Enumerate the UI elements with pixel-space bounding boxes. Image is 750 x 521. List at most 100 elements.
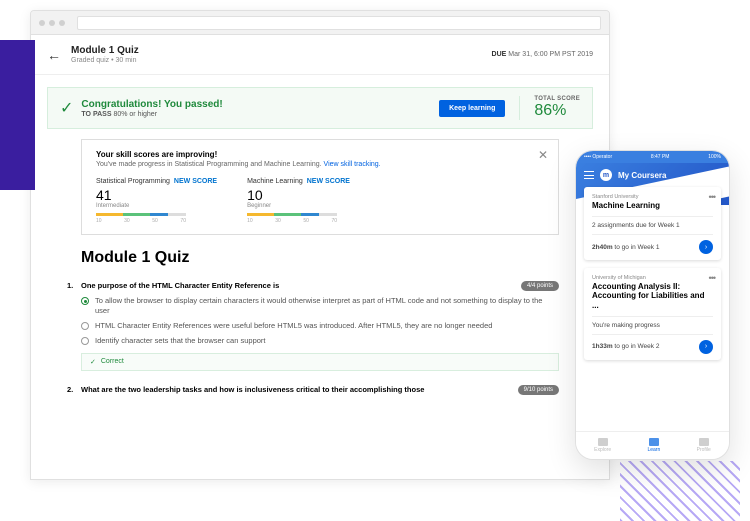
go-button[interactable]: ›	[699, 240, 713, 254]
time-remaining: 2h40m	[592, 244, 613, 251]
go-button[interactable]: ›	[699, 340, 713, 354]
more-icon[interactable]: •••	[709, 273, 715, 283]
skill-subtitle: You've made progress in Statistical Prog…	[96, 161, 544, 168]
skill-name: Statistical Programming	[96, 178, 170, 185]
tick: 50	[303, 218, 309, 224]
tick: 30	[275, 218, 281, 224]
option-text: Identify character sets that the browser…	[95, 336, 266, 346]
tick: 10	[247, 218, 253, 224]
option-text: To allow the browser to display certain …	[95, 296, 559, 316]
url-bar[interactable]	[77, 16, 601, 30]
tick: 10	[96, 218, 102, 224]
correct-indicator: ✓ Correct	[81, 353, 559, 371]
pass-title: Congratulations! You passed!	[81, 99, 439, 110]
skill-tracking-link[interactable]: View skill tracking.	[324, 161, 381, 168]
back-arrow-icon[interactable]: ←	[47, 47, 61, 63]
time-context: to go in Week 1	[613, 244, 660, 251]
quiz-body: Module 1 Quiz 1. One purpose of the HTML…	[31, 249, 609, 394]
time-context: to go in Week 2	[613, 343, 660, 350]
radio-icon	[81, 322, 89, 330]
tick: 70	[332, 218, 338, 224]
pass-text: Congratulations! You passed! TO PASS 80%…	[81, 99, 439, 118]
phone-mock: •••• Operator 8:47 PM 100% m My Coursera…	[575, 150, 730, 460]
course-status: You're making progress	[592, 322, 713, 329]
tick: 30	[124, 218, 130, 224]
due-date: DUEMar 31, 6:00 PM PST 2019	[492, 51, 593, 58]
option-text: HTML Character Entity References were us…	[95, 321, 492, 331]
due-value: Mar 31, 6:00 PM PST 2019	[508, 51, 593, 58]
learn-icon	[649, 438, 659, 446]
due-label: DUE	[492, 51, 507, 58]
page-title: Module 1 Quiz	[71, 45, 492, 56]
answer-option[interactable]: HTML Character Entity References were us…	[81, 321, 559, 331]
browser-window: ← Module 1 Quiz Graded quiz • 30 min DUE…	[30, 10, 610, 480]
decorative-purple-block	[0, 40, 35, 190]
answer-option[interactable]: To allow the browser to display certain …	[81, 296, 559, 316]
nav-label: Explore	[594, 447, 611, 453]
window-dot	[49, 20, 55, 26]
pass-sub-prefix: TO PASS	[81, 111, 111, 118]
app-title: My Coursera	[618, 171, 666, 180]
course-university: Stanford University	[592, 194, 713, 200]
pass-sub-value: 80% or higher	[113, 111, 157, 118]
course-progress: 1h33m to go in Week 2 ›	[592, 340, 713, 354]
nav-label: Learn	[647, 447, 660, 453]
radio-icon	[81, 297, 89, 305]
skill-value: 41	[96, 187, 217, 203]
total-score: TOTAL SCORE 86%	[519, 96, 580, 120]
skill-bar	[96, 213, 186, 216]
tick: 70	[180, 218, 186, 224]
course-name: Machine Learning	[592, 201, 713, 210]
nav-learn[interactable]: Learn	[647, 438, 660, 453]
time-remaining: 1h33m	[592, 343, 613, 350]
tick: 50	[152, 218, 158, 224]
page-header: ← Module 1 Quiz Graded quiz • 30 min DUE…	[31, 35, 609, 75]
correct-label: Correct	[101, 358, 124, 365]
points-badge: 9/10 points	[518, 385, 559, 395]
question: 1. One purpose of the HTML Character Ent…	[81, 281, 559, 371]
pass-subtitle: TO PASS 80% or higher	[81, 111, 439, 118]
course-card[interactable]: ••• Stanford University Machine Learning…	[584, 187, 721, 260]
avatar[interactable]: m	[600, 169, 612, 181]
title-block: Module 1 Quiz Graded quiz • 30 min	[71, 45, 492, 64]
skill-item: Machine LearningNEW SCORE 10 Beginner 10…	[247, 178, 350, 224]
skill-ticks: 10 30 50 70	[247, 218, 337, 224]
question-text: One purpose of the HTML Character Entity…	[81, 281, 559, 290]
status-left: •••• Operator	[584, 154, 612, 160]
check-icon: ✓	[60, 98, 73, 118]
more-icon[interactable]: •••	[709, 192, 715, 202]
skill-bar	[247, 213, 337, 216]
skill-item: Statistical ProgrammingNEW SCORE 41 Inte…	[96, 178, 217, 224]
close-icon[interactable]: ✕	[538, 148, 548, 162]
course-list: ••• Stanford University Machine Learning…	[576, 187, 729, 360]
question-text: What are the two leadership tasks and ho…	[81, 385, 559, 394]
browser-chrome	[31, 11, 609, 35]
course-status: 2 assignments due for Week 1	[592, 222, 713, 229]
new-score-badge: NEW SCORE	[307, 178, 350, 185]
skill-value: 10	[247, 187, 350, 203]
skill-grid: Statistical ProgrammingNEW SCORE 41 Inte…	[96, 178, 544, 224]
radio-icon	[81, 337, 89, 345]
points-badge: 4/4 points	[521, 281, 559, 291]
course-progress: 2h40m to go in Week 1 ›	[592, 240, 713, 254]
phone-bottom-nav: Explore Learn Profile	[576, 431, 729, 459]
menu-icon[interactable]	[584, 171, 594, 179]
skill-ticks: 10 30 50 70	[96, 218, 186, 224]
status-time: 8:47 PM	[651, 154, 670, 160]
page-subtitle: Graded quiz • 30 min	[71, 57, 492, 64]
course-card[interactable]: ••• University of Michigan Accounting An…	[584, 268, 721, 360]
nav-label: Profile	[697, 447, 711, 453]
status-text: 2 assignments due for Week 1	[592, 222, 680, 229]
status-battery: 100%	[708, 154, 721, 160]
question-number: 2.	[67, 385, 73, 394]
nav-explore[interactable]: Explore	[594, 438, 611, 453]
keep-learning-button[interactable]: Keep learning	[439, 100, 505, 117]
nav-profile[interactable]: Profile	[697, 438, 711, 453]
total-score-value: 86%	[534, 102, 580, 120]
window-dot	[39, 20, 45, 26]
window-dot	[59, 20, 65, 26]
question-number: 1.	[67, 281, 73, 290]
status-text: You're making progress	[592, 322, 660, 329]
course-university: University of Michigan	[592, 275, 713, 281]
answer-option[interactable]: Identify character sets that the browser…	[81, 336, 559, 346]
